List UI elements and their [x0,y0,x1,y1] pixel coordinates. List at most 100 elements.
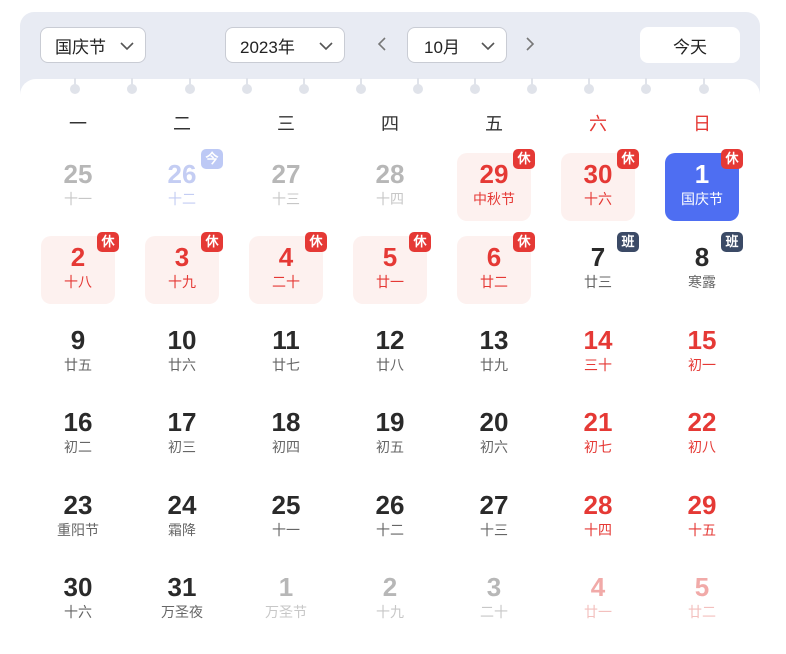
day-number: 26 [375,490,405,520]
weekday-label: 一 [69,114,87,134]
calendar-day-cell[interactable]: 23 重阳节 [41,484,115,552]
rest-badge: 休 [409,232,431,252]
day-number: 18 [271,407,301,437]
weekday-label: 三 [277,114,295,134]
next-month-icon[interactable] [523,36,537,52]
calendar-day-cell[interactable]: 3 二十 [457,566,531,634]
day-number: 5 [694,572,710,602]
day-number: 20 [479,407,509,437]
calendar-day-cell[interactable]: 7 廿三班 [561,232,639,304]
lunar-date: 廿一 [376,274,404,290]
binder-ring [470,78,480,98]
today-button[interactable]: 今天 [640,27,740,63]
binder-ring [299,78,309,98]
calendar-day-cell[interactable]: 2 十八休 [41,232,119,304]
calendar-day-cell[interactable]: 25 十一 [41,153,115,221]
calendar-day-cell[interactable]: 4 二十休 [249,232,327,304]
prev-month-icon[interactable] [375,36,389,52]
calendar-day-cell[interactable]: 26 十二 [353,484,427,552]
day-number: 30 [63,572,93,602]
month-select[interactable]: 10月 [407,27,507,63]
lunar-date: 廿三 [584,274,612,290]
day-number: 4 [590,572,606,602]
calendar-day-cell[interactable]: 12 廿八 [353,319,427,387]
calendar-day-cell[interactable]: 9 廿五 [41,319,115,387]
work-badge: 班 [721,232,743,252]
calendar-day-cell[interactable]: 8 寒露班 [665,232,743,304]
weekday-label: 二 [173,114,191,134]
calendar-day-cell[interactable]: 28 十四 [353,153,427,221]
calendar-day-cell[interactable]: 3 十九休 [145,232,223,304]
calendar-day-cell[interactable]: 13 廿九 [457,319,531,387]
year-select-value: 2023年 [240,37,295,57]
lunar-date: 中秋节 [473,191,515,207]
work-badge: 班 [617,232,639,252]
lunar-date: 廿五 [64,357,92,373]
weekday-label: 日 [693,114,711,134]
day-number: 21 [583,407,613,437]
binder-ring [641,78,651,98]
calendar-day-cell[interactable]: 17 初三 [145,401,219,469]
lunar-date: 廿九 [480,357,508,373]
lunar-date: 十六 [584,191,612,207]
day-number: 24 [167,490,197,520]
day-number: 22 [687,407,717,437]
binder-ring [527,78,537,98]
holiday-select-value: 国庆节 [55,37,106,57]
calendar-day-cell[interactable]: 14 三十 [561,319,635,387]
calendar-day-cell[interactable]: 5 廿一休 [353,232,431,304]
day-number: 25 [63,159,93,189]
calendar-day-cell[interactable]: 15 初一 [665,319,739,387]
lunar-date: 重阳节 [57,522,99,538]
calendar-day-cell[interactable]: 28 十四 [561,484,635,552]
calendar-day-cell[interactable]: 27 十三 [457,484,531,552]
calendar-day-cell[interactable]: 26 十二今 [145,149,223,221]
holiday-select[interactable]: 国庆节 [40,27,146,63]
binder-ring [127,78,137,98]
calendar-day-cell[interactable]: 29 十五 [665,484,739,552]
calendar-day-cell[interactable]: 31 万圣夜 [145,566,219,634]
lunar-date: 十九 [376,604,404,620]
day-number: 16 [63,407,93,437]
calendar-day-cell[interactable]: 1 国庆节休 [665,149,743,221]
lunar-date: 十二 [168,191,196,207]
calendar-day-cell[interactable]: 30 十六 [41,566,115,634]
lunar-date: 十一 [272,522,300,538]
calendar-day-cell[interactable]: 20 初六 [457,401,531,469]
binder-ring [699,78,709,98]
day-number: 1 [278,572,294,602]
calendar-day-cell[interactable]: 29 中秋节休 [457,149,535,221]
lunar-date: 初五 [376,439,404,455]
day-number: 14 [583,325,613,355]
calendar-day-cell[interactable]: 4 廿一 [561,566,635,634]
lunar-date: 十三 [272,191,300,207]
day-number: 27 [271,159,301,189]
calendar-day-cell[interactable]: 21 初七 [561,401,635,469]
day-number: 28 [375,159,405,189]
calendar-day-cell[interactable]: 25 十一 [249,484,323,552]
calendar-day-cell[interactable]: 24 霜降 [145,484,219,552]
day-number: 19 [375,407,405,437]
calendar-day-cell[interactable]: 18 初四 [249,401,323,469]
day-number: 25 [271,490,301,520]
calendar-day-cell[interactable]: 1 万圣节 [249,566,323,634]
calendar-day-cell[interactable]: 10 廿六 [145,319,219,387]
calendar-day-cell[interactable]: 2 十九 [353,566,427,634]
calendar-day-cell[interactable]: 19 初五 [353,401,427,469]
lunar-date: 寒露 [688,274,716,290]
day-number: 9 [70,325,86,355]
calendar-day-cell[interactable]: 27 十三 [249,153,323,221]
calendar-day-cell[interactable]: 22 初八 [665,401,739,469]
calendar-day-cell[interactable]: 5 廿二 [665,566,739,634]
calendar-day-cell[interactable]: 30 十六休 [561,149,639,221]
calendar-day-cell[interactable]: 11 廿七 [249,319,323,387]
year-select[interactable]: 2023年 [225,27,345,63]
day-number: 15 [687,325,717,355]
month-select-value: 10月 [424,37,460,57]
rest-badge: 休 [513,149,535,169]
binder-ring [356,78,366,98]
calendar-day-cell[interactable]: 16 初二 [41,401,115,469]
calendar-day-cell[interactable]: 6 廿二休 [457,232,535,304]
lunar-date: 廿八 [376,357,404,373]
lunar-date: 十八 [64,274,92,290]
